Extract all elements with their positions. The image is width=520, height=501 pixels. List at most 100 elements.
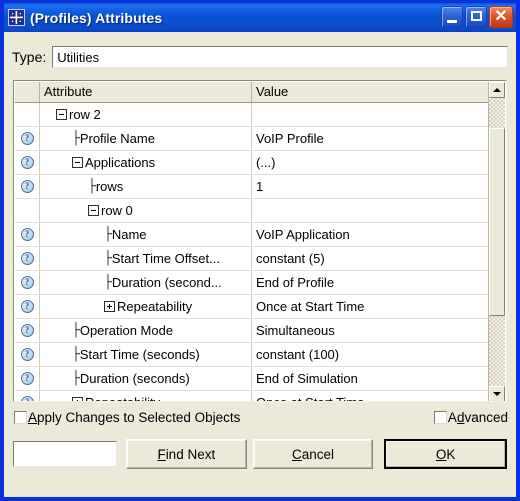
row-help-cell: ? — [15, 367, 40, 390]
row-attribute-cell[interactable]: Repeatability — [40, 295, 252, 318]
row-value-cell[interactable]: End of Simulation — [252, 367, 489, 390]
find-next-button[interactable]: Find Next — [126, 439, 247, 469]
row-help-cell: ? — [15, 151, 40, 174]
row-attribute-cell[interactable]: Repeatability — [40, 391, 252, 401]
row-attribute-cell[interactable]: row 0 — [40, 199, 252, 222]
row-value-cell[interactable]: constant (100) — [252, 343, 489, 366]
tree-branch-icon: ├ — [104, 275, 112, 290]
table-row[interactable]: row 0 — [15, 199, 489, 223]
expand-node-icon[interactable] — [104, 301, 115, 312]
row-value-cell[interactable]: VoIP Application — [252, 223, 489, 246]
row-value-cell[interactable] — [252, 103, 489, 126]
row-value-cell[interactable]: Once at Start Time — [252, 295, 489, 318]
cancel-accel: C — [291, 446, 302, 462]
help-icon[interactable]: ? — [20, 276, 34, 289]
minimize-icon — [447, 20, 457, 23]
close-icon: ✕ — [494, 8, 508, 25]
help-icon[interactable]: ? — [20, 372, 34, 385]
row-value-cell[interactable]: constant (5) — [252, 247, 489, 270]
advanced-checkbox-group[interactable]: Advanced — [433, 410, 508, 425]
row-value-cell[interactable]: End of Profile — [252, 271, 489, 294]
scroll-down-button[interactable] — [489, 386, 505, 401]
collapse-node-icon[interactable] — [56, 109, 67, 120]
apply-changes-checkbox-group[interactable]: Apply Changes to Selected Objects — [14, 410, 240, 425]
row-help-cell: ? — [15, 271, 40, 294]
row-attribute-cell[interactable]: ├ Name — [40, 223, 252, 246]
help-icon[interactable]: ? — [20, 348, 34, 361]
column-header-attribute[interactable]: Attribute — [40, 82, 252, 102]
row-attribute-label: Repeatability — [117, 299, 193, 314]
row-value-cell[interactable]: 1 — [252, 175, 489, 198]
window-title: (Profiles) Attributes — [30, 9, 163, 26]
row-attribute-label: Start Time Offset... — [111, 251, 220, 266]
table-row[interactable]: ? ├ Duration (seconds) End of Simulation — [15, 367, 489, 391]
row-attribute-cell[interactable]: ├ Duration (second... — [40, 271, 252, 294]
ok-label-text: K — [446, 446, 456, 462]
table-row[interactable]: ? ├ Name VoIP Application — [15, 223, 489, 247]
cancel-label-text: ancel — [301, 446, 335, 462]
row-attribute-cell[interactable]: ├ rows — [40, 175, 252, 198]
row-value-cell[interactable] — [252, 199, 489, 222]
row-attribute-cell[interactable]: row 2 — [40, 103, 252, 126]
row-attribute-cell[interactable]: ├ Duration (seconds) — [40, 367, 252, 390]
column-header-value[interactable]: Value — [252, 82, 489, 102]
cancel-button[interactable]: Cancel — [252, 439, 374, 469]
vertical-scrollbar[interactable] — [488, 82, 505, 401]
expand-node-icon[interactable] — [72, 397, 83, 401]
window-titlebar[interactable]: (Profiles) Attributes ✕ — [4, 3, 516, 32]
row-attribute-cell[interactable]: ├ Start Time (seconds) — [40, 343, 252, 366]
collapse-node-icon[interactable] — [88, 205, 99, 216]
help-icon[interactable]: ? — [20, 396, 34, 401]
row-attribute-label: Repeatability — [85, 395, 160, 401]
attributes-dialog-window: (Profiles) Attributes ✕ Type: Utilities — [0, 0, 520, 501]
table-row[interactable]: ? ├ Duration (second... End of Profile — [15, 271, 489, 295]
help-icon[interactable]: ? — [20, 300, 34, 313]
table-row[interactable]: ? ├ Operation Mode Simultaneous — [15, 319, 489, 343]
row-value-cell[interactable]: VoIP Profile — [252, 127, 489, 150]
help-icon[interactable]: ? — [20, 228, 34, 241]
ok-button[interactable]: OK — [384, 439, 508, 469]
row-attribute-cell[interactable]: ├ Profile Name — [40, 127, 252, 150]
apply-changes-checkbox[interactable] — [14, 411, 27, 424]
tree-branch-icon: ├ — [72, 323, 80, 338]
row-value-cell[interactable]: (...) — [252, 151, 489, 174]
help-icon[interactable]: ? — [20, 132, 34, 145]
close-button[interactable]: ✕ — [489, 6, 513, 28]
help-icon[interactable]: ? — [20, 180, 34, 193]
maximize-button[interactable] — [465, 6, 487, 28]
table-row[interactable]: ? ├ rows 1 — [15, 175, 489, 199]
scrollbar-track[interactable] — [489, 98, 505, 386]
find-input[interactable] — [13, 441, 117, 467]
row-attribute-label: row 0 — [101, 203, 133, 218]
tree-branch-icon: ├ — [72, 347, 80, 362]
row-attribute-label: Operation Mode — [79, 323, 174, 338]
row-attribute-label: rows — [95, 179, 124, 194]
type-input[interactable]: Utilities — [52, 46, 508, 68]
help-icon[interactable]: ? — [20, 156, 34, 169]
minimize-button[interactable] — [441, 6, 463, 28]
row-attribute-label: Profile Name — [79, 131, 155, 146]
scrollbar-thumb[interactable] — [489, 128, 505, 316]
row-attribute-cell[interactable]: ├ Operation Mode — [40, 319, 252, 342]
collapse-node-icon[interactable] — [72, 157, 83, 168]
table-row[interactable]: row 2 — [15, 103, 489, 127]
row-attribute-cell[interactable]: ├ Start Time Offset... — [40, 247, 252, 270]
table-row[interactable]: ? Repeatability Once at Start Time — [15, 391, 489, 401]
table-row[interactable]: ? ├ Profile Name VoIP Profile — [15, 127, 489, 151]
help-icon[interactable]: ? — [20, 252, 34, 265]
attribute-table: Attribute Value row 2? ├ Profile Name VoIP … — [13, 80, 507, 402]
row-help-cell: ? — [15, 175, 40, 198]
row-value-cell[interactable]: Once at Start Time — [252, 391, 489, 401]
maximize-icon — [471, 11, 482, 21]
advanced-checkbox[interactable] — [433, 411, 447, 424]
row-help-cell: ? — [15, 319, 40, 342]
scroll-up-button[interactable] — [489, 82, 505, 98]
table-row[interactable]: ? ├ Start Time Offset... constant (5) — [15, 247, 489, 271]
column-header-gutter[interactable] — [15, 82, 40, 102]
row-value-cell[interactable]: Simultaneous — [252, 319, 489, 342]
row-attribute-cell[interactable]: Applications — [40, 151, 252, 174]
table-row[interactable]: ? Repeatability Once at Start Time — [15, 295, 489, 319]
table-row[interactable]: ? ├ Start Time (seconds) constant (100) — [15, 343, 489, 367]
help-icon[interactable]: ? — [20, 324, 34, 337]
table-row[interactable]: ? Applications (...) — [15, 151, 489, 175]
